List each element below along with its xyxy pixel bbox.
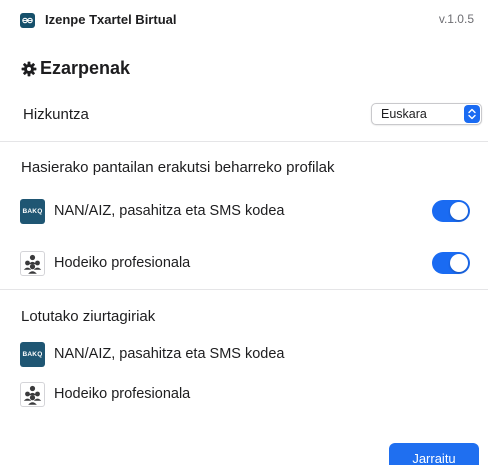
profile-row-nan: BAKQ NAN/AIZ, pasahitza eta SMS kodea (20, 199, 480, 225)
title-bar: Izenpe Txartel Birtual v.1.0.5 (0, 0, 488, 40)
profile-label: Hodeiko profesionala (54, 255, 191, 271)
gear-icon (21, 61, 37, 76)
continue-button[interactable]: Jarraitu (389, 443, 479, 465)
bakq-icon: BAKQ (20, 342, 45, 367)
language-select[interactable]: Euskara (371, 103, 482, 125)
people-icon (20, 382, 45, 407)
language-selected-value: Euskara (381, 107, 427, 121)
divider (0, 141, 488, 142)
app-title: Izenpe Txartel Birtual (45, 12, 177, 27)
divider (0, 289, 488, 290)
certificate-label: NAN/AIZ, pasahitza eta SMS kodea (54, 346, 285, 362)
profile-label: NAN/AIZ, pasahitza eta SMS kodea (54, 203, 285, 219)
certificate-row-cloud: Hodeiko profesionala (20, 382, 480, 408)
profile-toggle-cloud[interactable] (432, 252, 470, 274)
page-title: Ezarpenak (40, 58, 131, 78)
language-label: Hizkuntza (23, 106, 89, 123)
certificate-label: Hodeiko profesionala (54, 386, 191, 402)
profile-toggle-nan[interactable] (432, 200, 470, 222)
people-icon (20, 251, 45, 276)
toggle-knob (450, 254, 468, 272)
app-version: v.1.0.5 (438, 12, 474, 26)
toggle-knob (450, 202, 468, 220)
izenpe-logo-icon (20, 13, 35, 28)
page-heading: Ezarpenak (21, 58, 130, 79)
bakq-icon: BAKQ (20, 199, 45, 224)
profile-row-cloud: Hodeiko profesionala (20, 251, 480, 277)
home-profiles-title: Hasierako pantailan erakutsi beharreko p… (21, 159, 335, 176)
certificate-row-nan: BAKQ NAN/AIZ, pasahitza eta SMS kodea (20, 342, 480, 368)
linked-certificates-title: Lotutako ziurtagiriak (21, 308, 156, 325)
settings-window: Izenpe Txartel Birtual v.1.0.5 Ezarpenak… (0, 0, 488, 465)
select-stepper-icon (464, 105, 480, 123)
